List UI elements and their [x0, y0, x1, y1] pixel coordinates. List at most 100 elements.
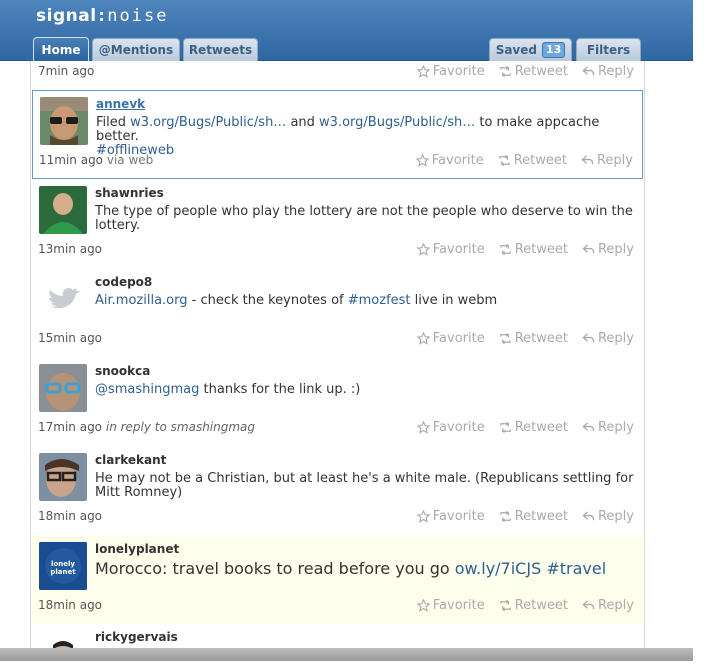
avatar[interactable] [39, 275, 87, 323]
tab-home[interactable]: Home [33, 37, 89, 61]
tweet-time[interactable]: 15min ago [38, 331, 102, 345]
star-icon [416, 510, 430, 523]
avatar[interactable] [40, 97, 88, 145]
app-logo: signal:noise [36, 6, 169, 26]
reply-button[interactable]: Reply [582, 420, 634, 435]
tab-filters[interactable]: Filters [576, 38, 641, 61]
reply-button[interactable]: Reply [581, 153, 633, 168]
favorite-button[interactable]: Favorite [416, 242, 485, 257]
tweet-text: He may not be a Christian, but at least … [95, 471, 634, 500]
tweet-meta: 11min ago via web [39, 153, 153, 167]
retweet-button[interactable]: Retweet [499, 64, 568, 79]
tweet-item[interactable]: clarkekant He may not be a Christian, bu… [31, 446, 644, 535]
reply-button[interactable]: Reply [582, 598, 634, 613]
reply-icon [582, 600, 595, 610]
retweet-button[interactable]: Retweet [499, 420, 568, 435]
tweet-actions: Favorite Retweet Reply [416, 242, 634, 257]
retweet-button[interactable]: Retweet [498, 153, 567, 168]
tweet-username[interactable]: codepo8 [95, 275, 152, 289]
tweet-username[interactable]: annevk [96, 97, 145, 111]
reply-icon [582, 66, 595, 76]
tweet-link[interactable]: ow.ly/7iCJS [455, 559, 541, 578]
favorite-button[interactable]: Favorite [416, 598, 485, 613]
tweet-link[interactable]: w3.org/Bugs/Public/sh… [130, 115, 286, 130]
tweet-time[interactable]: 11min ago [39, 153, 103, 167]
star-icon [415, 154, 429, 167]
reply-button[interactable]: Reply [582, 242, 634, 257]
star-icon [416, 599, 430, 612]
reply-icon [582, 511, 595, 521]
in-reply-to-link[interactable]: in reply to smashingmag [106, 420, 255, 434]
twitter-bird-icon [39, 275, 87, 323]
app-header: signal:noise Home @Mentions Retweets Sav… [0, 0, 693, 61]
avatar[interactable] [39, 186, 87, 234]
avatar-logo-text: lonely planet [50, 560, 76, 576]
tab-retweets[interactable]: Retweets [183, 38, 258, 61]
favorite-button[interactable]: Favorite [416, 331, 485, 346]
tweet-link[interactable]: Air.mozilla.org [95, 293, 188, 308]
favorite-button[interactable]: Favorite [416, 509, 485, 524]
tweet-username[interactable]: snookca [95, 364, 150, 378]
tweet-actions: Favorite Retweet Reply [416, 64, 634, 79]
retweet-icon [499, 421, 511, 434]
tweet-username[interactable]: lonelyplanet [95, 542, 179, 556]
hashtag-link[interactable]: #travel [546, 559, 606, 578]
window-edge [693, 0, 715, 667]
tweet-item[interactable]: rickygervais [31, 624, 644, 648]
avatar[interactable]: lonely planet [39, 542, 87, 590]
mention-link[interactable]: @smashingmag [95, 382, 199, 397]
avatar[interactable] [39, 453, 87, 501]
tweet-username[interactable]: shawnries [95, 186, 164, 200]
reply-button[interactable]: Reply [582, 331, 634, 346]
reply-icon [581, 155, 594, 165]
tweet-item[interactable]: annevk Filed w3.org/Bugs/Public/sh… and … [32, 90, 643, 179]
tweet-text: The type of people who play the lottery … [95, 204, 633, 233]
favorite-button[interactable]: Favorite [416, 64, 485, 79]
window-bottom-bar [0, 648, 693, 661]
star-icon [416, 243, 430, 256]
tweet-item: 7min ago Favorite Retweet Reply [31, 61, 644, 89]
retweet-button[interactable]: Retweet [499, 242, 568, 257]
tweet-username[interactable]: rickygervais [95, 630, 178, 644]
retweet-icon [499, 243, 511, 256]
saved-count-badge: 13 [541, 42, 566, 58]
retweet-button[interactable]: Retweet [499, 509, 568, 524]
tab-mentions[interactable]: @Mentions [92, 38, 180, 61]
avatar[interactable] [39, 631, 87, 648]
avatar[interactable] [39, 364, 87, 412]
tweet-item[interactable]: lonely planet lonelyplanet Morocco: trav… [31, 535, 644, 624]
star-icon [416, 332, 430, 345]
tab-saved[interactable]: Saved 13 [489, 38, 572, 61]
tweet-time[interactable]: 18min ago [38, 598, 102, 612]
reply-button[interactable]: Reply [582, 509, 634, 524]
tweet-item[interactable]: codepo8 Air.mozilla.org - check the keyn… [31, 268, 644, 357]
retweet-icon [499, 65, 511, 78]
tweet-username[interactable]: clarkekant [95, 453, 166, 467]
retweet-icon [499, 332, 511, 345]
retweet-button[interactable]: Retweet [499, 598, 568, 613]
tweet-item[interactable]: snookca @smashingmag thanks for the link… [31, 357, 644, 446]
tweet-time[interactable]: 13min ago [38, 242, 102, 256]
tweet-time[interactable]: 17min ago [38, 420, 102, 434]
retweet-icon [499, 599, 511, 612]
hashtag-link[interactable]: #mozfest [348, 293, 411, 308]
star-icon [416, 421, 430, 434]
favorite-button[interactable]: Favorite [416, 420, 485, 435]
tweet-item[interactable]: shawnries The type of people who play th… [31, 179, 644, 268]
retweet-icon [498, 154, 510, 167]
reply-icon [582, 333, 595, 343]
tweet-actions: Favorite Retweet Reply [416, 331, 634, 346]
reply-button[interactable]: Reply [582, 64, 634, 79]
favorite-button[interactable]: Favorite [415, 153, 484, 168]
retweet-button[interactable]: Retweet [499, 331, 568, 346]
reply-icon [582, 422, 595, 432]
tweet-meta: 17min ago in reply to smashingmag [38, 420, 255, 434]
tweet-time[interactable]: 18min ago [38, 509, 102, 523]
tweet-text: Filed w3.org/Bugs/Public/sh… and w3.org/… [96, 115, 600, 158]
tweet-text: @smashingmag thanks for the link up. :) [95, 382, 361, 397]
tweet-time[interactable]: 7min ago [38, 64, 94, 78]
tweet-link[interactable]: w3.org/Bugs/Public/sh… [319, 115, 475, 130]
star-icon [416, 65, 430, 78]
tweet-text: Air.mozilla.org - check the keynotes of … [95, 293, 498, 308]
tweet-actions: Favorite Retweet Reply [416, 509, 634, 524]
